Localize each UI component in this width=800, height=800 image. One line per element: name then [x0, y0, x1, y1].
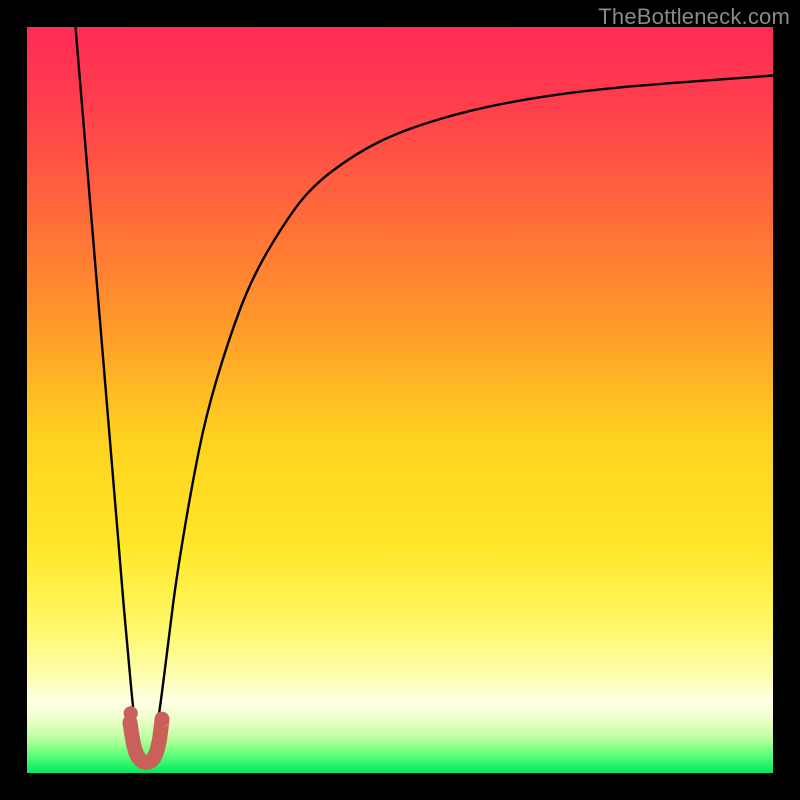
chart-stage: TheBottleneck.com [0, 0, 800, 800]
curves-layer [27, 27, 773, 773]
curve-left-branch [75, 27, 137, 751]
watermark-text: TheBottleneck.com [598, 4, 790, 30]
curve-right-branch [154, 75, 773, 750]
valley-dot-marker [124, 706, 138, 720]
plot-area [27, 27, 773, 773]
valley-j-marker [130, 719, 162, 762]
